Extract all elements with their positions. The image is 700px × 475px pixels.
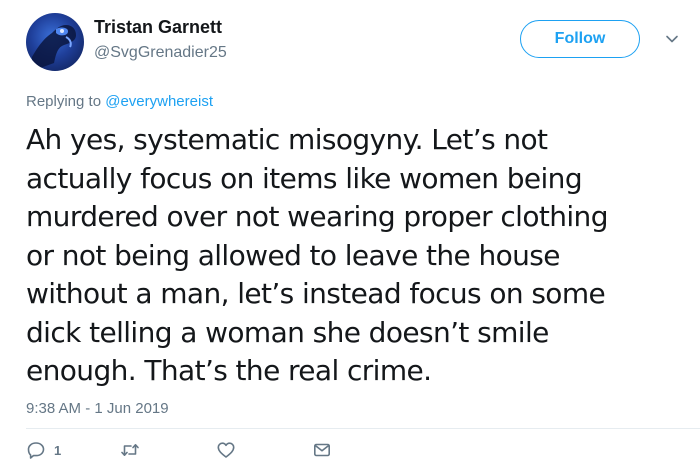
follow-button[interactable]: Follow	[520, 20, 640, 58]
reply-icon	[27, 442, 45, 459]
author-handle[interactable]: @SvgGrenadier25	[94, 44, 227, 62]
tweet-text-line: actually focus on items like women being	[26, 161, 583, 195]
reply-button[interactable]: 1	[26, 440, 61, 460]
tweet-text-line: without a man, let’s instead focus on so…	[26, 277, 606, 310]
tweet-actions: 1	[0, 438, 700, 468]
avatar[interactable]	[26, 13, 84, 71]
chevron-down-icon[interactable]	[664, 31, 680, 47]
retweet-icon	[121, 444, 139, 456]
reply-context: Replying to @everywhereist	[26, 93, 213, 110]
tweet-text: Ah yes, systematic misogyny. Let’s not a…	[26, 121, 686, 391]
avatar-image	[32, 25, 76, 71]
divider	[26, 428, 700, 429]
tweet-text-line: murdered over not wearing proper clothin…	[26, 200, 608, 233]
tweet-text-line: enough. That’s the real crime.	[26, 354, 432, 387]
like-icon	[217, 442, 235, 458]
tweet-text-line: Ah yes, systematic misogyny. Let’s not	[26, 123, 548, 156]
retweet-button[interactable]	[120, 440, 140, 460]
author-name[interactable]: Tristan Garnett	[94, 17, 222, 38]
direct-message-icon	[313, 443, 330, 457]
tweet-timestamp[interactable]: 9:38 AM - 1 Jun 2019	[26, 400, 169, 417]
reply-context-prefix: Replying to	[26, 93, 102, 110]
direct-message-button[interactable]	[312, 440, 332, 460]
like-button[interactable]	[216, 440, 236, 460]
tweet-text-line: dick telling a woman she doesn’t smile	[26, 315, 549, 349]
tweet-card: Tristan Garnett @SvgGrenadier25 Follow R…	[0, 0, 700, 475]
reply-count: 1	[54, 442, 62, 458]
tweet-text-line: or not being allowed to leave the house	[26, 238, 561, 272]
reply-mention-link[interactable]: @everywhereist	[105, 93, 213, 110]
